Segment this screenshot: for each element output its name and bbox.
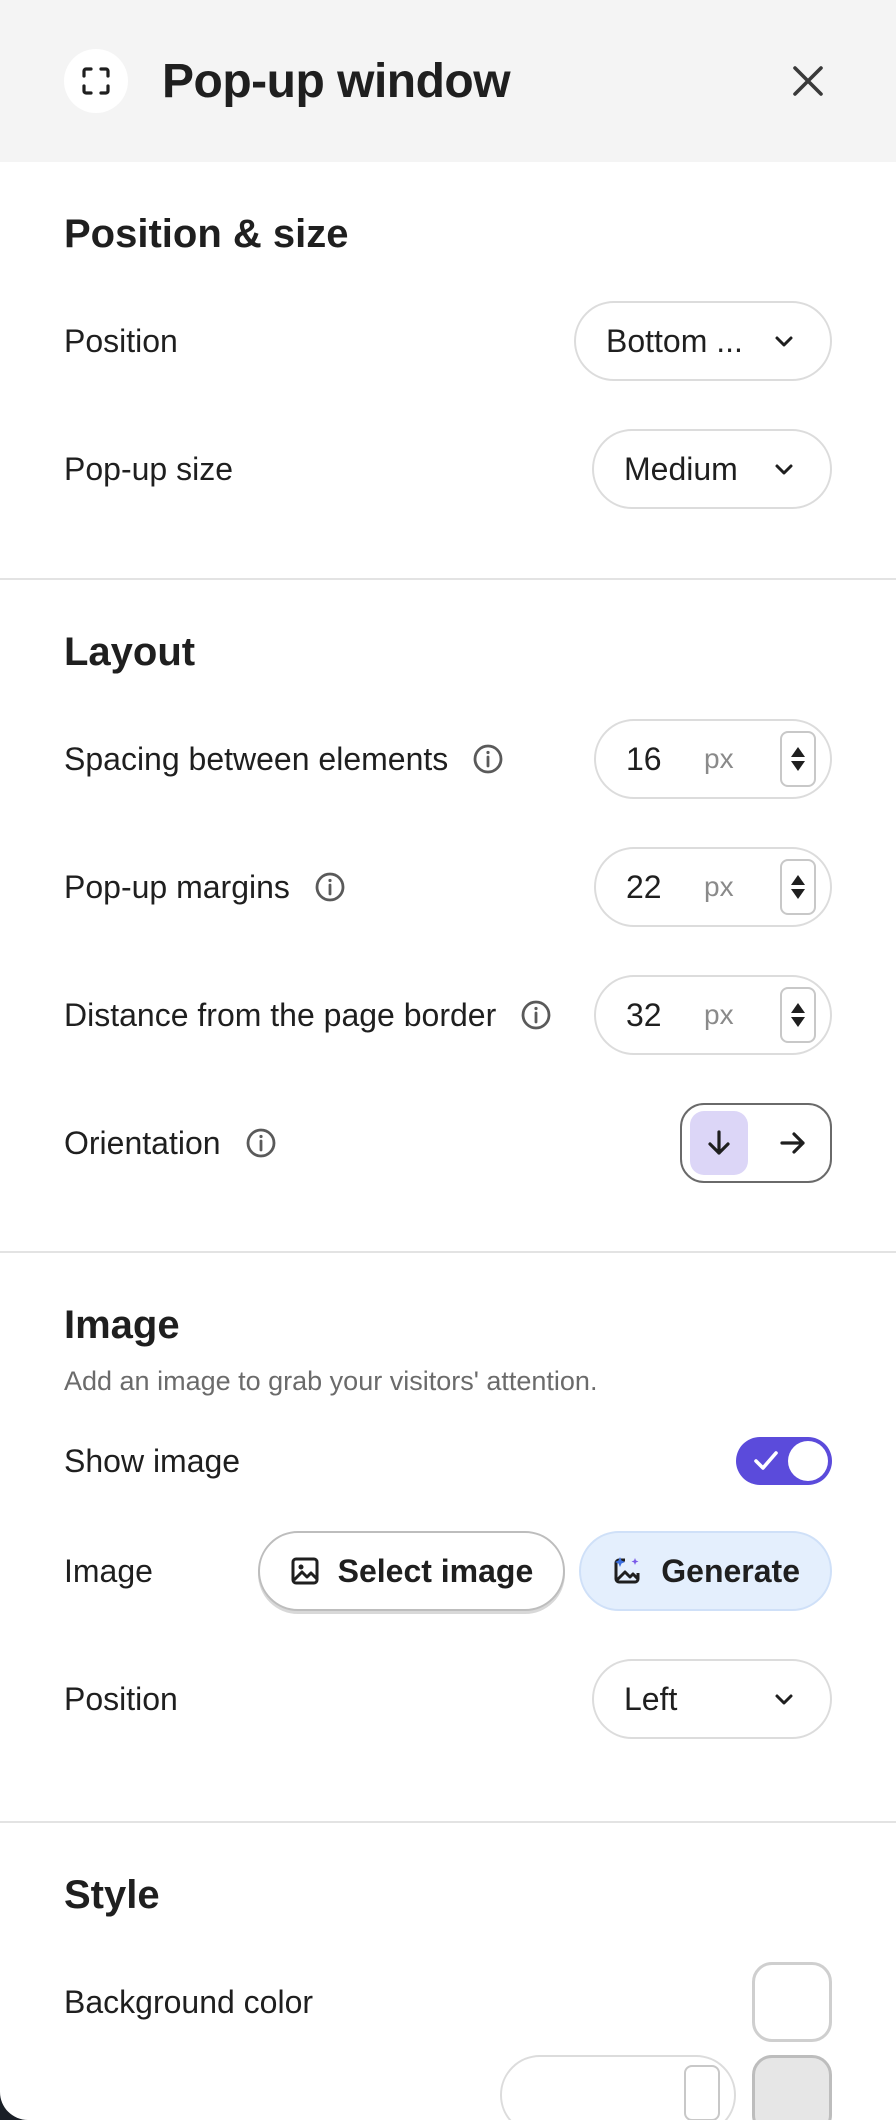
margins-input[interactable]: 22 px [594, 847, 832, 927]
number-input[interactable] [500, 2055, 736, 2120]
stepper-down-icon [791, 761, 805, 771]
distance-input[interactable]: 32 px [594, 975, 832, 1055]
position-value: Bottom ... [606, 322, 743, 359]
unit-label: px [704, 743, 734, 774]
select-image-label: Select image [337, 1552, 534, 1589]
margins-value[interactable]: 22 [626, 869, 704, 906]
section-title: Image [64, 1303, 180, 1347]
info-icon[interactable] [314, 871, 346, 903]
background-color-label: Background color [64, 1983, 314, 2020]
image-position-select[interactable]: Left [592, 1659, 832, 1739]
section-title: Style [64, 1873, 160, 1917]
orientation-vertical-button[interactable] [690, 1111, 748, 1175]
distance-value[interactable]: 32 [626, 997, 704, 1034]
image-icon [290, 1556, 320, 1586]
style-section: Style Background color [0, 1823, 896, 2120]
image-position-label: Position [64, 1680, 178, 1717]
color-swatch[interactable] [752, 2055, 832, 2120]
orientation-label: Orientation [64, 1125, 680, 1162]
margins-row: Pop-up margins 22 px [64, 823, 832, 951]
spacing-row: Spacing between elements 16 px [64, 695, 832, 823]
orientation-label-text: Orientation [64, 1124, 221, 1161]
layout-section: Layout Spacing between elements 16 px Po… [0, 580, 896, 1253]
expand-icon[interactable] [64, 49, 128, 113]
panel-header: Pop-up window [0, 0, 896, 162]
toggle-knob [788, 1441, 828, 1481]
stepper-up-icon [791, 1003, 805, 1013]
image-description: Add an image to grab your visitors' atte… [64, 1366, 598, 1396]
image-position-value: Left [624, 1680, 678, 1717]
spacing-input[interactable]: 16 px [594, 719, 832, 799]
info-icon[interactable] [472, 743, 504, 775]
show-image-label: Show image [64, 1442, 241, 1479]
info-icon[interactable] [520, 999, 552, 1031]
unit-label: px [704, 999, 734, 1030]
orientation-horizontal-button[interactable] [764, 1111, 822, 1175]
spacing-label-text: Spacing between elements [64, 740, 449, 777]
number-stepper[interactable] [780, 987, 816, 1043]
select-image-button[interactable]: Select image [257, 1531, 566, 1611]
margins-label: Pop-up margins [64, 869, 594, 906]
position-select[interactable]: Bottom ... [574, 301, 832, 381]
number-stepper[interactable] [780, 731, 816, 787]
generate-button[interactable]: Generate [579, 1531, 832, 1611]
popup-size-value: Medium [624, 450, 738, 487]
distance-row: Distance from the page border 32 px [64, 951, 832, 1079]
info-icon[interactable] [245, 1127, 277, 1159]
orientation-row: Orientation [64, 1079, 832, 1207]
popup-settings-panel: Pop-up window Position & size Position B… [0, 0, 896, 2120]
stepper-down-icon [791, 1017, 805, 1027]
check-icon [752, 1447, 780, 1480]
ai-image-icon [611, 1555, 643, 1587]
generate-label: Generate [661, 1552, 800, 1589]
stepper-up-icon [791, 875, 805, 885]
close-icon[interactable] [784, 57, 832, 105]
number-stepper[interactable] [684, 2065, 720, 2120]
section-title: Position & size [64, 212, 349, 256]
spacing-value[interactable]: 16 [626, 741, 704, 778]
distance-label: Distance from the page border [64, 997, 594, 1034]
stepper-up-icon [791, 747, 805, 757]
orientation-toggle [680, 1103, 832, 1183]
position-row: Position Bottom ... [64, 277, 832, 405]
popup-size-label: Pop-up size [64, 450, 233, 487]
panel-title: Pop-up window [162, 54, 511, 108]
show-image-row: Show image [64, 1415, 832, 1507]
popup-size-row: Pop-up size Medium [64, 405, 832, 533]
background-color-row: Background color [64, 1938, 832, 2066]
chevron-down-icon [774, 462, 794, 476]
background-color-swatch[interactable] [752, 1962, 832, 2042]
show-image-toggle[interactable] [736, 1437, 832, 1485]
popup-size-select[interactable]: Medium [592, 429, 832, 509]
margins-label-text: Pop-up margins [64, 868, 290, 905]
image-label: Image [64, 1552, 153, 1589]
stepper-down-icon [791, 889, 805, 899]
unit-label: px [704, 871, 734, 902]
image-row: Image Select image Generate [64, 1507, 832, 1635]
arrow-right-icon [780, 1132, 805, 1154]
position-size-section: Position & size Position Bottom ... Pop-… [0, 162, 896, 580]
arrow-down-icon [708, 1130, 730, 1155]
section-title: Layout [64, 630, 196, 674]
distance-label-text: Distance from the page border [64, 996, 497, 1033]
image-position-row: Position Left [64, 1635, 832, 1763]
number-stepper[interactable] [780, 859, 816, 915]
chevron-down-icon [774, 1692, 794, 1706]
spacing-label: Spacing between elements [64, 741, 594, 778]
image-section: Image Add an image to grab your visitors… [0, 1253, 896, 1823]
position-label: Position [64, 322, 178, 359]
chevron-down-icon [774, 334, 794, 348]
